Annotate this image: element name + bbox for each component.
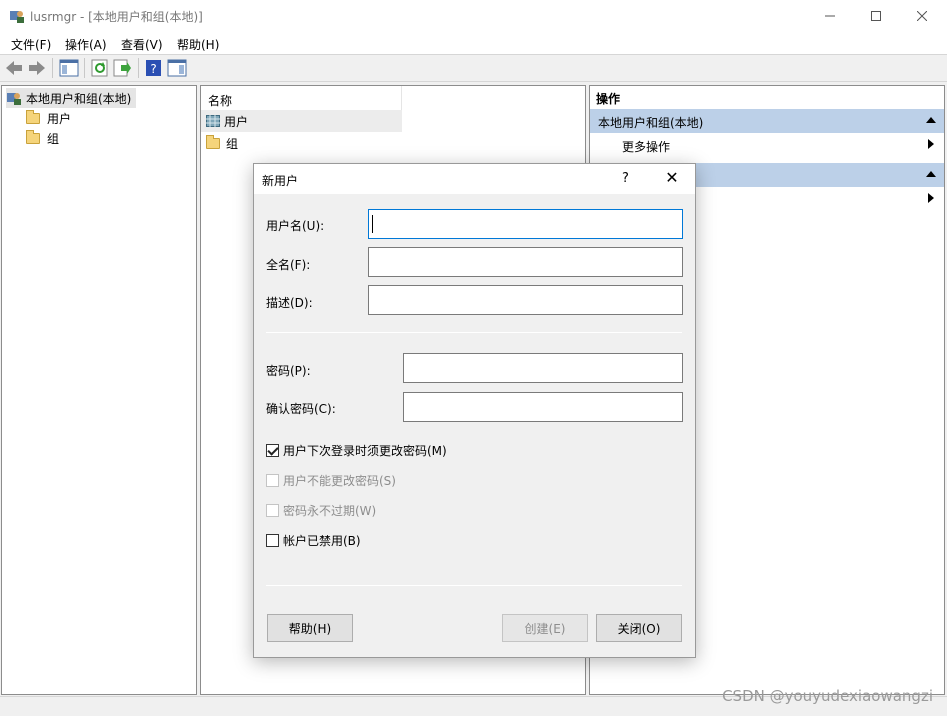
- checkbox-box[interactable]: [266, 473, 279, 487]
- fullname-input[interactable]: [368, 247, 683, 277]
- actions-section-local[interactable]: 本地用户和组(本地): [590, 109, 944, 133]
- confirm-password-input[interactable]: [403, 392, 683, 422]
- toolbar-separator: [138, 58, 139, 78]
- list-item-label: 组: [226, 136, 239, 151]
- list-item-groups[interactable]: 组: [201, 132, 238, 154]
- refresh-icon[interactable]: [90, 59, 110, 77]
- tree-item-label: 用户: [47, 111, 72, 126]
- checkbox-label: 用户不能更改密码(S): [283, 473, 396, 488]
- divider: [266, 332, 682, 333]
- help-icon[interactable]: ?: [144, 59, 164, 77]
- forward-icon[interactable]: [27, 59, 47, 77]
- show-hide-action-pane-icon[interactable]: [167, 59, 187, 77]
- description-label: 描述(D):: [266, 296, 313, 310]
- username-label: 用户名(U):: [266, 219, 325, 233]
- username-input[interactable]: [368, 209, 683, 239]
- export-list-icon[interactable]: [112, 59, 132, 77]
- tree-item-users[interactable]: 用户: [26, 108, 71, 128]
- confirm-password-label: 确认密码(C):: [266, 402, 336, 416]
- checkbox-box[interactable]: [266, 443, 279, 457]
- submenu-arrow-icon: [928, 193, 934, 203]
- fullname-label: 全名(F):: [266, 258, 311, 272]
- checkbox-box[interactable]: [266, 503, 279, 517]
- tree-item-label: 组: [47, 131, 60, 146]
- collapse-icon[interactable]: [926, 171, 936, 177]
- show-hide-tree-icon[interactable]: [59, 59, 79, 77]
- maximize-button[interactable]: [853, 0, 899, 32]
- folder-icon: [26, 109, 40, 124]
- more-actions-label: 更多操作: [622, 140, 671, 154]
- description-input[interactable]: [368, 285, 683, 315]
- text-caret: [372, 215, 373, 233]
- checkbox-label: 用户下次登录时须更改密码(M): [283, 443, 447, 458]
- checkbox-label: 帐户已禁用(B): [283, 533, 361, 548]
- checkbox-label: 密码永不过期(W): [283, 503, 377, 518]
- close-icon: [917, 11, 927, 21]
- toolbar-separator: [52, 58, 53, 78]
- create-button[interactable]: 创建(E): [502, 614, 588, 642]
- app-icon: [10, 11, 24, 23]
- password-label: 密码(P):: [266, 364, 311, 378]
- new-user-dialog: 新用户 ? ✕ 用户名(U): 全名(F): 描述(D): 密码(P): 确认密…: [253, 163, 696, 658]
- list-item-label: 用户: [224, 114, 249, 129]
- toolbar: ?: [0, 54, 947, 82]
- menu-view[interactable]: 查看(V): [121, 36, 163, 53]
- menu-file[interactable]: 文件(F): [11, 36, 51, 53]
- close-button[interactable]: 关闭(O): [596, 614, 682, 642]
- tree-pane: 本地用户和组(本地) 用户 组: [1, 85, 197, 695]
- dialog-help-icon[interactable]: ?: [622, 171, 629, 186]
- actions-header: 操作: [596, 92, 621, 106]
- menu-help[interactable]: 帮助(H): [177, 36, 219, 53]
- divider: [266, 585, 682, 586]
- dialog-title-bar: 新用户 ? ✕: [254, 164, 695, 194]
- account-disabled-checkbox[interactable]: 帐户已禁用(B): [266, 532, 361, 548]
- list-item-users[interactable]: 用户: [201, 110, 402, 132]
- maximize-icon: [871, 11, 881, 21]
- column-header-name[interactable]: 名称: [201, 86, 402, 110]
- close-button[interactable]: [899, 0, 945, 32]
- must-change-password-checkbox[interactable]: 用户下次登录时须更改密码(M): [266, 442, 447, 458]
- window-title: lusrmgr - [本地用户和组(本地)]: [30, 10, 203, 24]
- checkbox-box[interactable]: [266, 533, 279, 547]
- dialog-close-icon[interactable]: ✕: [662, 168, 682, 187]
- password-input[interactable]: [403, 353, 683, 383]
- help-button[interactable]: 帮助(H): [267, 614, 353, 642]
- column-header-label: 名称: [208, 94, 233, 108]
- menu-action[interactable]: 操作(A): [65, 36, 107, 53]
- menu-bar: 文件(F) 操作(A) 查看(V) 帮助(H): [0, 32, 947, 54]
- back-icon[interactable]: [4, 59, 24, 77]
- collapse-icon[interactable]: [926, 117, 936, 123]
- minimize-icon: [825, 15, 835, 17]
- submenu-arrow-icon: [928, 139, 934, 149]
- minimize-button[interactable]: [807, 0, 853, 32]
- folder-icon: [206, 134, 220, 149]
- tree-root[interactable]: 本地用户和组(本地): [6, 88, 136, 108]
- watermark: CSDN @youyudexiaowangzi: [722, 687, 933, 705]
- tree-root-label: 本地用户和组(本地): [26, 91, 132, 106]
- dialog-title: 新用户: [262, 174, 299, 188]
- cannot-change-password-checkbox[interactable]: 用户不能更改密码(S): [266, 472, 396, 488]
- users-folder-icon: [206, 115, 220, 127]
- password-never-expires-checkbox[interactable]: 密码永不过期(W): [266, 502, 376, 518]
- actions-section-label: 本地用户和组(本地): [598, 116, 704, 130]
- actions-more-actions[interactable]: 更多操作: [590, 134, 944, 156]
- title-bar: lusrmgr - [本地用户和组(本地)]: [0, 0, 947, 32]
- tree-item-groups[interactable]: 组: [26, 128, 59, 148]
- svg-text:?: ?: [150, 62, 156, 76]
- users-groups-icon: [7, 93, 21, 105]
- folder-icon: [26, 129, 40, 144]
- toolbar-separator: [84, 58, 85, 78]
